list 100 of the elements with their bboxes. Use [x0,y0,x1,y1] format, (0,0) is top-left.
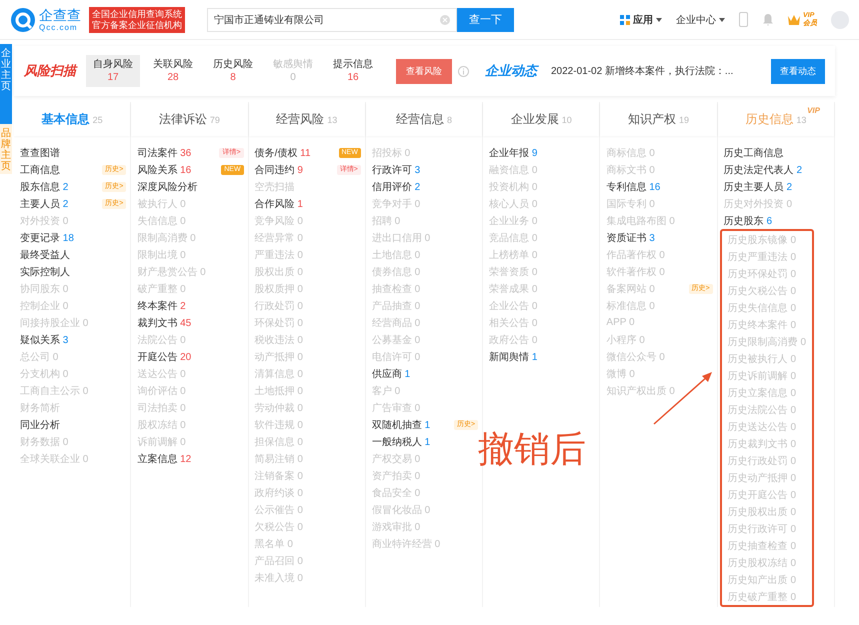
category-link[interactable]: 历史裁判文书 0 [722,435,812,452]
search-field[interactable]: 宁国市正通铸业有限公司 [207,8,457,32]
category-link[interactable]: 历史送达公告 0 [722,418,812,435]
category-link[interactable]: 历史知产出质 0 [722,571,812,588]
category-link[interactable]: 黑名单 0 [248,535,365,552]
category-link[interactable]: 法院公告 0 [131,331,248,348]
category-link[interactable]: 劳动仲裁 0 [248,399,365,416]
category-link[interactable]: 财产悬赏公告 0 [131,263,248,280]
category-link[interactable]: 最终受益人 [14,246,130,263]
view-news-button[interactable]: 查看动态 [771,58,825,84]
category-link[interactable]: 行政处罚 0 [248,297,365,314]
category-tab[interactable]: 企业发展 10 [483,102,600,136]
category-link[interactable]: 空壳扫描 [248,178,365,195]
apps-menu[interactable]: 应用 [620,12,662,26]
category-link[interactable]: 荣誉资质 0 [483,263,600,280]
category-link[interactable]: 微博 0 [600,365,717,382]
category-link[interactable]: 失信信息 0 [131,212,248,229]
side-tab[interactable]: 品牌主页 [0,124,12,174]
category-link[interactable]: 工商自主公示 0 [14,382,130,399]
category-link[interactable]: 分支机构 0 [14,365,130,382]
category-link[interactable]: 简易注销 0 [248,450,365,467]
category-link[interactable]: 新闻舆情 1 [483,348,600,365]
category-link[interactable]: 竞品信息 0 [483,229,600,246]
category-link[interactable]: 产品召回 0 [248,552,365,569]
category-link[interactable]: 作品著作权 0 [600,246,717,263]
category-link[interactable]: 经营异常 0 [248,229,365,246]
category-link[interactable]: 司法拍卖 0 [131,399,248,416]
category-link[interactable]: 经营商品 0 [366,314,482,331]
category-link[interactable]: 广告审查 0 [366,399,482,416]
category-link[interactable]: 竞争风险 0 [248,212,365,229]
category-link[interactable]: 投资机构 0 [483,178,600,195]
category-link[interactable]: 同业分析 [14,416,130,433]
category-link[interactable]: 股权质押 0 [248,280,365,297]
category-link[interactable]: 历史行政许可 0 [722,520,812,537]
category-link[interactable]: 限制高消费 0 [131,229,248,246]
category-link[interactable]: 被执行人 0 [131,195,248,212]
category-link[interactable]: 历史破产重整 0 [722,588,812,605]
enterprise-center-menu[interactable]: 企业中心 [676,12,725,26]
category-link[interactable]: 控制企业 0 [14,297,130,314]
category-link[interactable]: 假冒化妆品 0 [366,501,482,518]
category-link[interactable]: 信用评价 2 [366,178,482,195]
phone-icon[interactable] [739,12,748,27]
category-link[interactable]: 历史限制高消费 0 [722,333,812,350]
category-link[interactable]: 软件著作权 0 [600,263,717,280]
category-link[interactable]: 清算信息 0 [248,365,365,382]
category-link[interactable]: 历史严重违法 0 [722,248,812,265]
category-link[interactable]: 核心人员 0 [483,195,600,212]
category-link[interactable]: 商业特许经营 0 [366,535,482,552]
category-link[interactable]: 商标信息 0 [600,144,717,161]
category-link[interactable]: 对外投资 0 [14,212,130,229]
category-link[interactable]: 电信许可 0 [366,348,482,365]
category-link[interactable]: 历史股权冻结 0 [722,554,812,571]
category-link[interactable]: 招聘 0 [366,212,482,229]
category-link[interactable]: 股权出质 0 [248,263,365,280]
category-link[interactable]: 注销备案 0 [248,467,365,484]
category-link[interactable]: 历史行政处罚 0 [722,452,812,469]
category-link[interactable]: 合作风险 1 [248,195,365,212]
category-link[interactable]: 资质证书 3 [600,229,717,246]
category-link[interactable]: 客户 0 [366,382,482,399]
risk-tab[interactable]: 历史风险 8 [206,55,260,87]
category-link[interactable]: 历史诉前调解 0 [722,367,812,384]
category-tab[interactable]: 经营风险 13 [248,102,365,136]
category-link[interactable]: 公示催告 0 [248,501,365,518]
category-link[interactable]: 动产抵押 0 [248,348,365,365]
category-link[interactable]: 裁判文书 45 [131,314,248,331]
category-link[interactable]: 历史股权出质 0 [722,503,812,520]
category-link[interactable]: 终本案件 2 [131,297,248,314]
category-link[interactable]: 历史股东镜像 0 [722,231,812,248]
category-link[interactable]: 债券信息 0 [366,263,482,280]
category-link[interactable]: 股权冻结 0 [131,416,248,433]
category-link[interactable]: 历史终本案件 0 [722,316,812,333]
category-link[interactable]: 荣誉成果 0 [483,280,600,297]
category-link[interactable]: 融资信息 0 [483,161,600,178]
category-link[interactable]: 进出口信用 0 [366,229,482,246]
category-link[interactable]: 财务简析 [14,399,130,416]
category-link[interactable]: 招投标 0 [366,144,482,161]
view-risk-button[interactable]: 查看风险 [396,58,452,84]
category-link[interactable]: APP 0 [600,314,717,331]
category-link[interactable]: 历史工商信息 [718,144,834,161]
category-link[interactable]: 未准入境 0 [248,569,365,586]
category-link[interactable]: 企业公告 0 [483,297,600,314]
category-link[interactable]: 游戏审批 0 [366,518,482,535]
search-button[interactable]: 查一下 [457,8,514,32]
side-tab[interactable]: 企业主页 [0,44,12,124]
category-tab[interactable]: 法律诉讼 79 [131,102,248,136]
category-link[interactable]: 企业年报 9 [483,144,600,161]
category-link[interactable]: 总公司 0 [14,348,130,365]
category-link[interactable]: 询价评估 0 [131,382,248,399]
category-link[interactable]: 产品抽查 0 [366,297,482,314]
category-link[interactable]: 历史立案信息 0 [722,384,812,401]
category-tab[interactable]: 知识产权 19 [600,102,717,136]
category-link[interactable]: 食品安全 0 [366,484,482,501]
clear-icon[interactable] [440,14,450,24]
category-link[interactable]: 历史对外投资 0 [718,195,834,212]
category-link[interactable]: 行政许可 3 [366,161,482,178]
category-link[interactable]: 欠税公告 0 [248,518,365,535]
category-link[interactable]: 公募基金 0 [366,331,482,348]
category-link[interactable]: 诉前调解 0 [131,433,248,450]
category-link[interactable]: 全球关联企业 0 [14,450,130,467]
category-link[interactable]: 历史法院公告 0 [722,401,812,418]
